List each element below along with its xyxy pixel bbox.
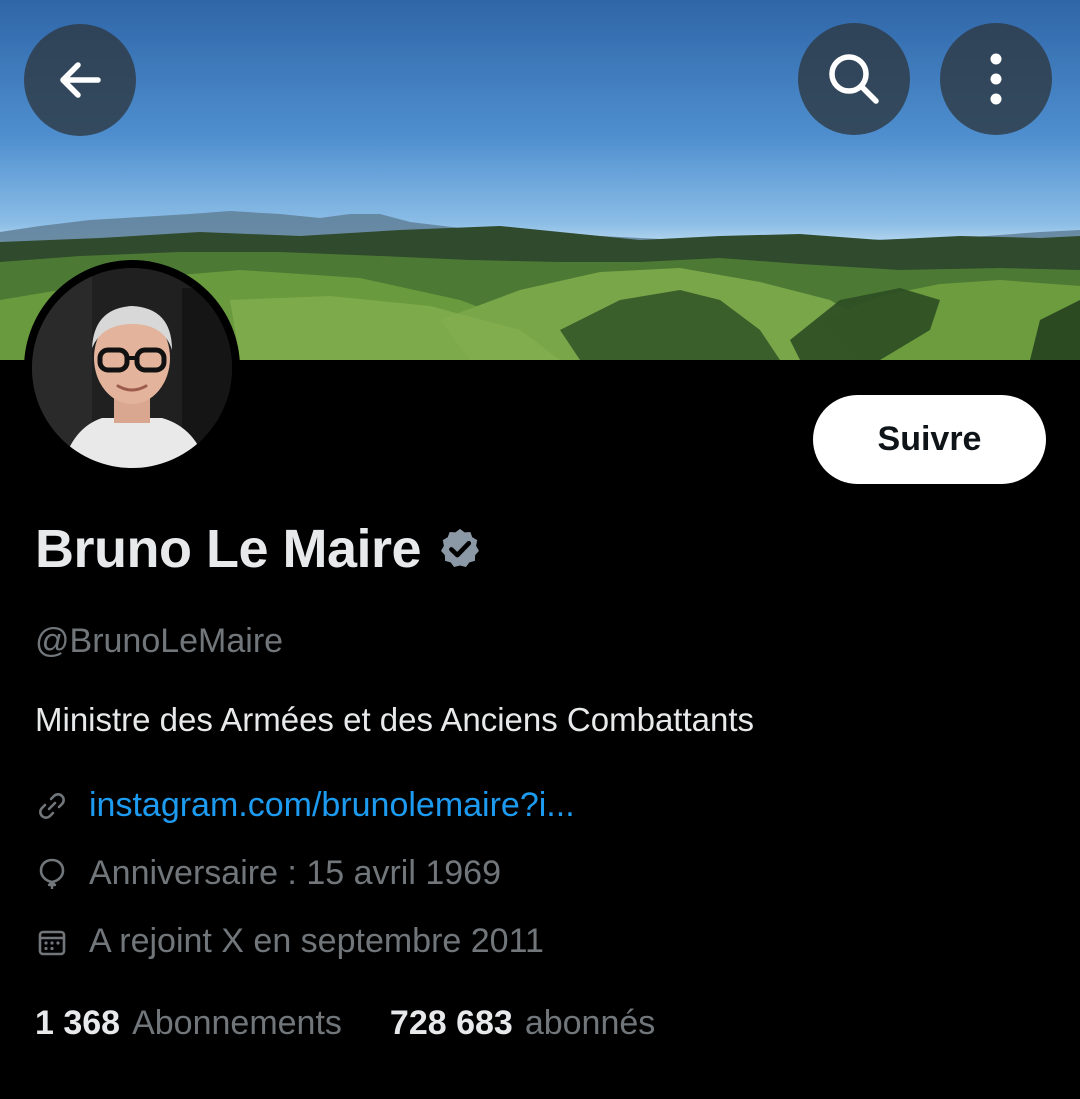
follow-button[interactable]: Suivre [813,395,1046,484]
profile-name-row: Bruno Le Maire [35,518,483,580]
balloon-icon [35,857,69,891]
search-icon [829,54,879,104]
avatar-image [32,268,232,468]
following-count: 1 368 [35,1004,121,1042]
profile-handle: @BrunoLeMaire [35,622,284,660]
followers-stat[interactable]: 728 683 abonnés [390,1004,655,1043]
following-label: Abonnements [132,1004,342,1042]
arrow-left-icon [60,62,101,98]
profile-joined-date: A rejoint X en septembre 2011 [89,922,544,960]
followers-count: 728 683 [389,1004,513,1042]
avatar[interactable] [24,260,240,476]
profile-stats: 1 368 Abonnements 728 683 abonnés [35,1004,703,1043]
profile-website-link[interactable]: instagram.com/brunolemaire?i... [89,786,575,825]
back-button[interactable] [24,24,136,136]
more-options-button[interactable] [940,23,1052,135]
profile-bio: Ministre des Armées et des Anciens Comba… [35,701,755,738]
link-icon [35,789,69,823]
more-vertical-icon [990,53,1002,105]
profile-name: Bruno Le Maire [35,519,422,579]
profile-link-row: instagram.com/brunolemaire?i... [35,786,575,825]
search-button[interactable] [798,23,910,135]
calendar-icon [35,925,69,959]
following-stat[interactable]: 1 368 Abonnements [35,1004,342,1043]
avatar-portrait [32,268,232,468]
followers-label: abonnés [524,1004,656,1042]
profile-birthday-row: Anniversaire : 15 avril 1969 [35,854,501,893]
profile-birthday: Anniversaire : 15 avril 1969 [89,854,502,892]
verified-badge-icon[interactable] [437,526,483,572]
profile-joined-row: A rejoint X en septembre 2011 [35,922,544,961]
